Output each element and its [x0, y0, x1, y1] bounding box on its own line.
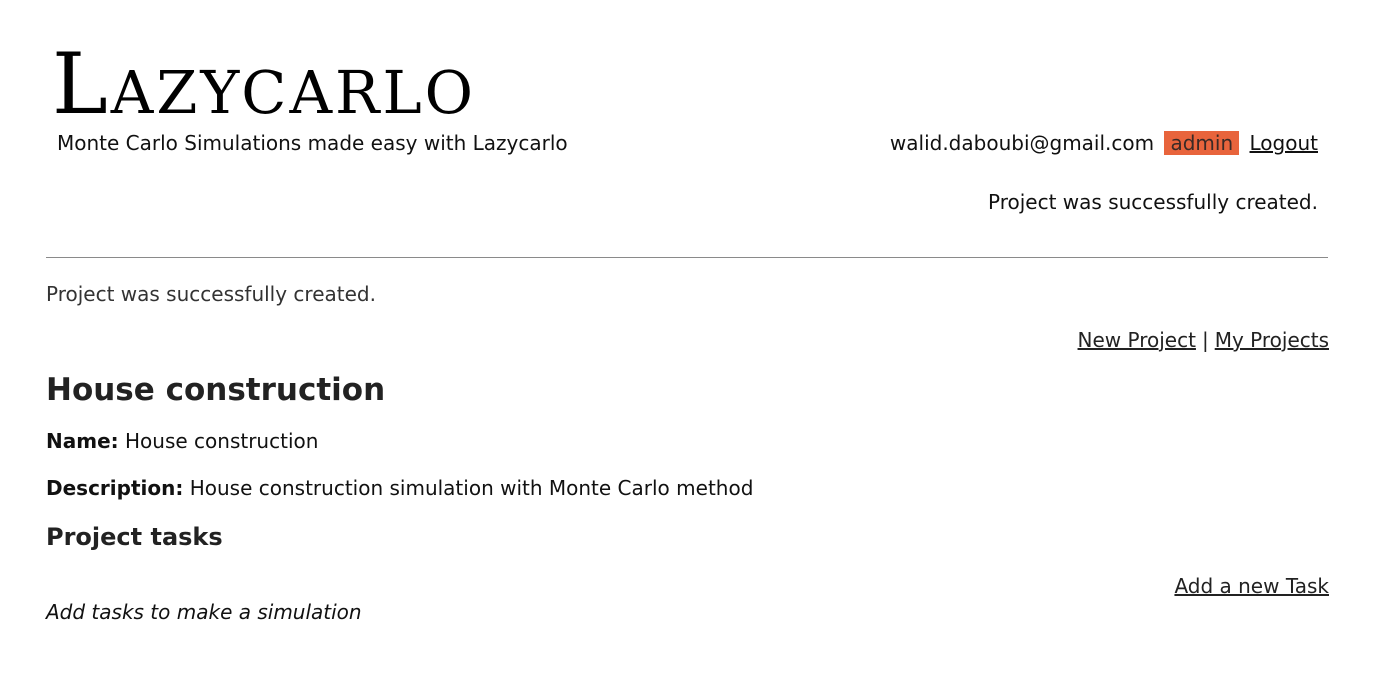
notice-message: Project was successfully created.: [46, 282, 376, 306]
project-name-value: House construction: [125, 429, 319, 453]
add-task-link[interactable]: Add a new Task: [1174, 572, 1329, 600]
admin-role-badge: admin: [1164, 131, 1240, 155]
flash-message-header: Project was successfully created.: [988, 190, 1318, 214]
project-description-label: Description:: [46, 476, 184, 500]
project-nav-links: New Project | My Projects: [1078, 326, 1329, 354]
page: Lazycarlo Monte Carlo Simulations made e…: [0, 0, 1400, 680]
project-description-value: House construction simulation with Monte…: [189, 476, 754, 500]
my-projects-link[interactable]: My Projects: [1215, 328, 1329, 352]
project-name-field: Name: House construction: [46, 427, 318, 455]
brand-logo-title: Lazycarlo: [52, 35, 477, 133]
logout-link[interactable]: Logout: [1250, 131, 1318, 155]
tagline: Monte Carlo Simulations made easy with L…: [57, 131, 568, 155]
project-tasks-heading: Project tasks: [46, 523, 223, 551]
header-divider: [46, 257, 1328, 258]
nav-separator: |: [1201, 328, 1209, 352]
project-title: House construction: [46, 372, 386, 408]
user-bar: walid.daboubi@gmail.com admin Logout: [890, 129, 1318, 157]
user-email: walid.daboubi@gmail.com: [889, 131, 1155, 155]
empty-tasks-message: Add tasks to make a simulation: [46, 600, 362, 624]
project-description-field: Description: House construction simulati…: [46, 474, 753, 502]
project-name-label: Name:: [46, 429, 119, 453]
new-project-link[interactable]: New Project: [1078, 328, 1196, 352]
